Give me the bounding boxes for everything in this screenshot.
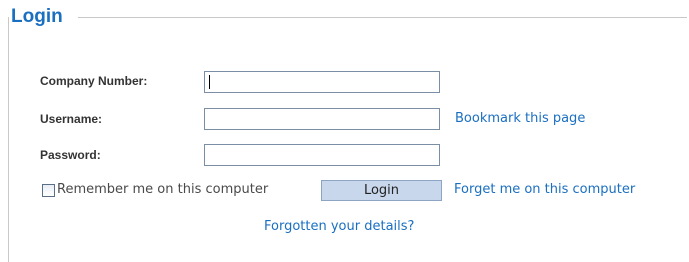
text-caret bbox=[209, 75, 210, 89]
fieldset-top-border bbox=[78, 17, 687, 18]
password-label: Password: bbox=[40, 148, 101, 162]
login-fieldset: Login Company Number: Username: Bookmark… bbox=[0, 0, 689, 262]
username-label: Username: bbox=[40, 112, 103, 126]
username-field[interactable] bbox=[204, 108, 440, 130]
remember-me-label[interactable]: Remember me on this computer bbox=[57, 182, 268, 198]
remember-me-row: Remember me on this computer bbox=[42, 182, 268, 198]
remember-me-checkbox[interactable] bbox=[42, 183, 55, 197]
fieldset-left-border bbox=[8, 17, 9, 262]
company-number-label: Company Number: bbox=[40, 74, 148, 88]
password-field[interactable] bbox=[204, 144, 440, 166]
bookmark-link[interactable]: Bookmark this page bbox=[455, 111, 585, 127]
forgotten-details-link[interactable]: Forgotten your details? bbox=[264, 219, 414, 235]
login-button[interactable]: Login bbox=[321, 180, 442, 201]
company-number-field[interactable] bbox=[204, 71, 440, 93]
login-legend: Login bbox=[11, 6, 67, 28]
forget-me-link[interactable]: Forget me on this computer bbox=[454, 182, 635, 198]
